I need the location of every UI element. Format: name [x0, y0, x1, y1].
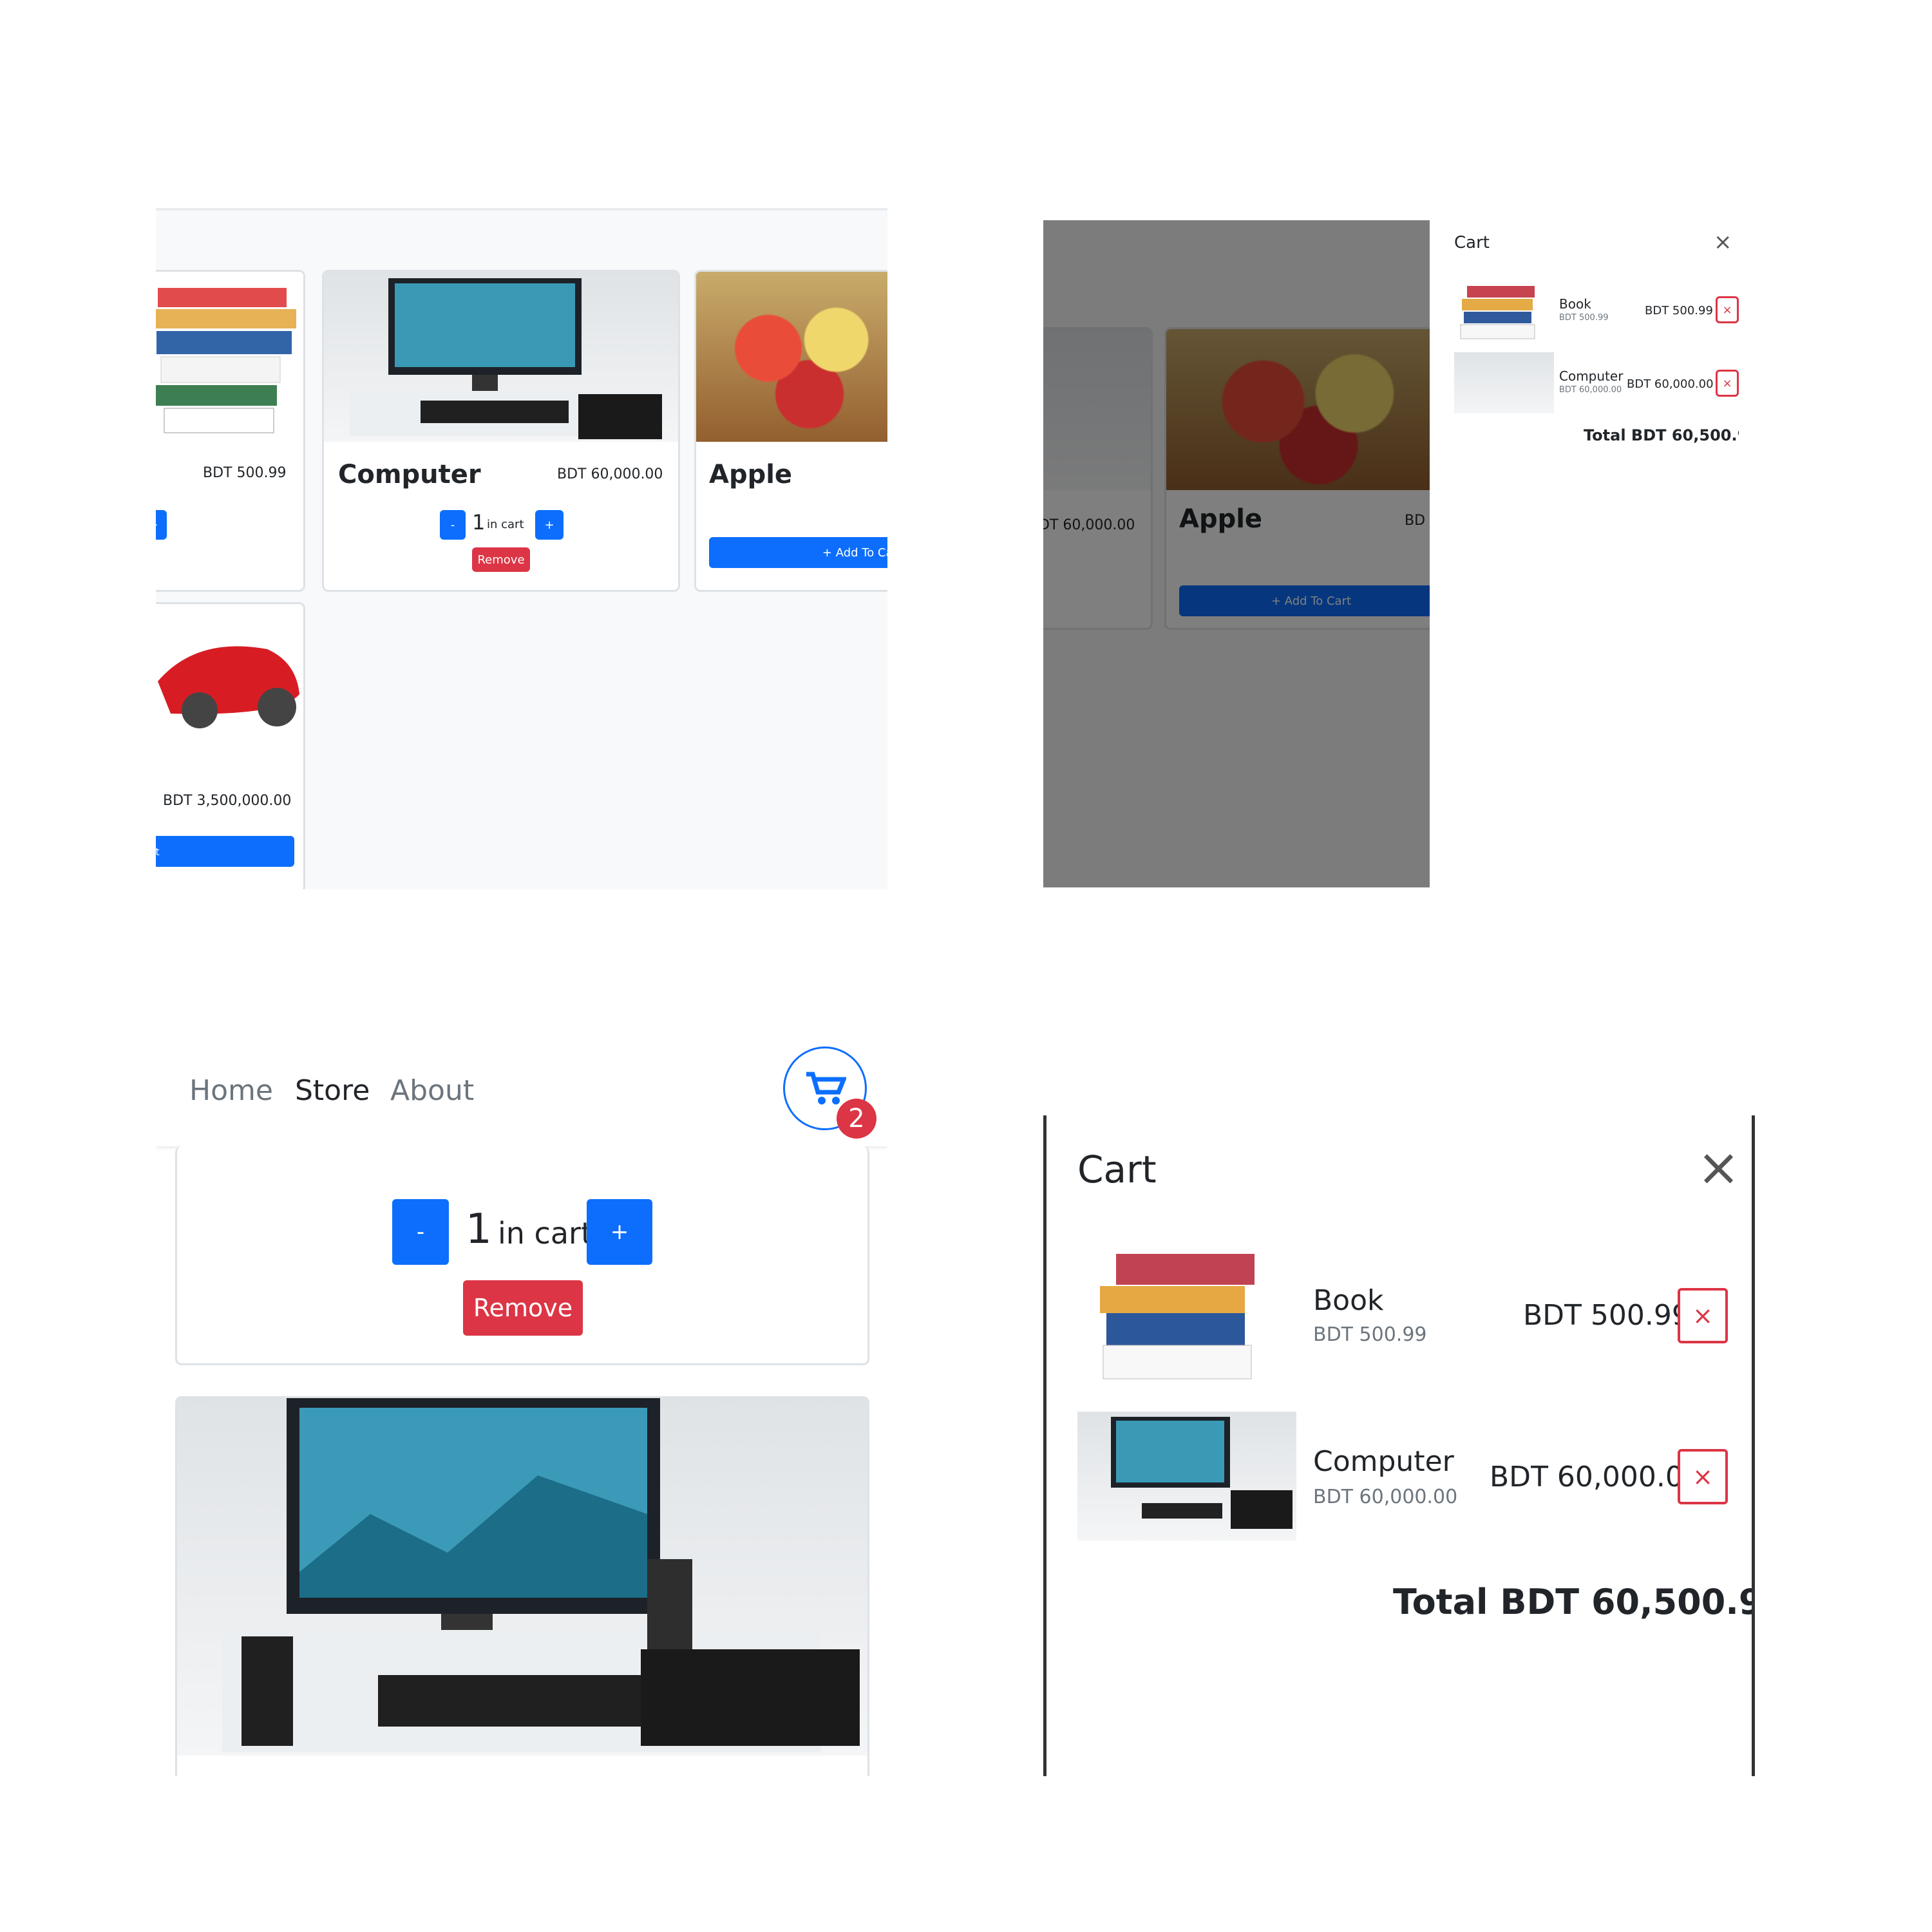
- books-icon: [156, 288, 296, 433]
- cart-computer-name: Computer: [1313, 1445, 1454, 1478]
- navbar: Home Store About 2: [156, 1043, 887, 1146]
- car-add-to-cart-button[interactable]: art: [156, 836, 294, 867]
- car-price: BDT 3,500,000.00: [163, 793, 292, 809]
- computer-qty: 1: [472, 510, 486, 535]
- cart-computer-remove-small[interactable]: ×: [1716, 370, 1739, 397]
- computer-icon-thumb: [1111, 1417, 1293, 1529]
- product-card-computer-large: [175, 1396, 869, 1776]
- apple-image: [696, 272, 887, 442]
- close-button-large[interactable]: ×: [1697, 1137, 1740, 1197]
- nav-store[interactable]: Store: [295, 1074, 370, 1107]
- backdrop-overlay[interactable]: [1043, 220, 1430, 887]
- product-card-computer: Computer BDT 60,000.00 - 1 in cart + Rem…: [322, 270, 680, 592]
- books-icon-large: [1100, 1254, 1255, 1379]
- product-card-qty: - 1 in cart + Remove: [175, 1146, 869, 1365]
- cart-computer-thumb: [1077, 1412, 1296, 1540]
- cart-book-thumb-small: [1454, 279, 1548, 344]
- store-panel-top-left: BDT 500.99 + Computer BDT 60,000.00 - 1 …: [156, 208, 887, 889]
- cart-book-remove-button[interactable]: ×: [1678, 1288, 1728, 1343]
- cart-book-sub-small: BDT 500.99: [1559, 313, 1609, 323]
- cart-total-small: Total BDT 60,500.99: [1584, 426, 1739, 444]
- book-image: [156, 272, 303, 442]
- computer-image-large: [177, 1398, 867, 1756]
- cart-book-name-small: Book: [1559, 296, 1591, 312]
- cart-total: Total BDT 60,500.99: [1393, 1582, 1755, 1622]
- computer-icon: [350, 278, 662, 439]
- close-icon[interactable]: ×: [1714, 229, 1732, 255]
- nav-about[interactable]: About: [390, 1074, 474, 1107]
- cart-book-sub: BDT 500.99: [1313, 1323, 1427, 1346]
- cart-title: Cart: [1077, 1148, 1157, 1191]
- cart-offcanvas-small: Cart × Book BDT 500.99 BDT 500.99 × Comp…: [1440, 220, 1739, 887]
- cart-computer-name-small: Computer: [1559, 368, 1624, 384]
- cart-book-price-small: BDT 500.99: [1645, 304, 1713, 317]
- qty-value: 1: [466, 1206, 492, 1253]
- cart-count-badge: 2: [837, 1099, 876, 1139]
- computer-price: BDT 60,000.00: [557, 466, 663, 482]
- book-plus-button[interactable]: +: [156, 510, 167, 540]
- cart-computer-remove-button[interactable]: ×: [1678, 1449, 1728, 1504]
- computer-remove-button[interactable]: Remove: [472, 547, 530, 572]
- store-panel-bottom-left: Home Store About 2 - 1 in cart + Remove: [156, 1043, 887, 1776]
- cart-computer-sub-small: BDT 60,000.00: [1559, 385, 1622, 395]
- cart-computer-sub: BDT 60,000.00: [1313, 1486, 1458, 1508]
- cart-book-price: BDT 500.99: [1523, 1299, 1690, 1332]
- remove-button[interactable]: Remove: [463, 1280, 583, 1336]
- qty-minus-button[interactable]: -: [392, 1199, 449, 1265]
- car-icon: [158, 646, 299, 728]
- apple-name: Apple: [709, 460, 793, 489]
- book-price: BDT 500.99: [203, 465, 287, 481]
- cart-icon: [806, 1072, 846, 1104]
- car-image: [156, 604, 303, 752]
- computer-image: [324, 272, 678, 442]
- computer-plus-button[interactable]: +: [535, 510, 564, 540]
- product-card-car: BDT 3,500,000.00 art: [156, 602, 305, 889]
- cart-computer-thumb-small: [1454, 352, 1554, 413]
- computer-icon-large: [222, 1398, 860, 1752]
- cart-button[interactable]: 2: [783, 1046, 876, 1139]
- dimmed-store-background: DT 60,000.00 Apple BD + Add To Cart: [1043, 220, 1430, 887]
- computer-name: Computer: [338, 460, 481, 489]
- product-card-book: BDT 500.99 +: [156, 270, 305, 592]
- books-icon-small: [1460, 286, 1535, 339]
- computer-in-cart: in cart: [487, 518, 524, 531]
- qty-plus-button[interactable]: +: [587, 1199, 652, 1265]
- cart-panel-bottom-right: Cart × Book BDT 500.99 BDT 500.99 × Comp…: [1043, 1115, 1755, 1776]
- qty-in-cart-label: in cart: [498, 1216, 592, 1251]
- product-card-apple: Apple + Add To Cart: [694, 270, 887, 592]
- apple-add-to-cart-button[interactable]: + Add To Cart: [709, 537, 887, 568]
- cart-computer-price-small: BDT 60,000.00: [1627, 377, 1714, 391]
- cart-book-name: Book: [1313, 1284, 1384, 1317]
- cart-computer-price: BDT 60,000.00: [1490, 1461, 1701, 1493]
- cart-book-remove-small[interactable]: ×: [1716, 296, 1739, 323]
- nav-home[interactable]: Home: [189, 1074, 273, 1107]
- cart-title-small: Cart: [1454, 233, 1490, 252]
- cart-book-thumb: [1077, 1247, 1264, 1383]
- computer-minus-button[interactable]: -: [440, 510, 466, 540]
- cart-panel-top-right: DT 60,000.00 Apple BD + Add To Cart Cart…: [1043, 220, 1739, 887]
